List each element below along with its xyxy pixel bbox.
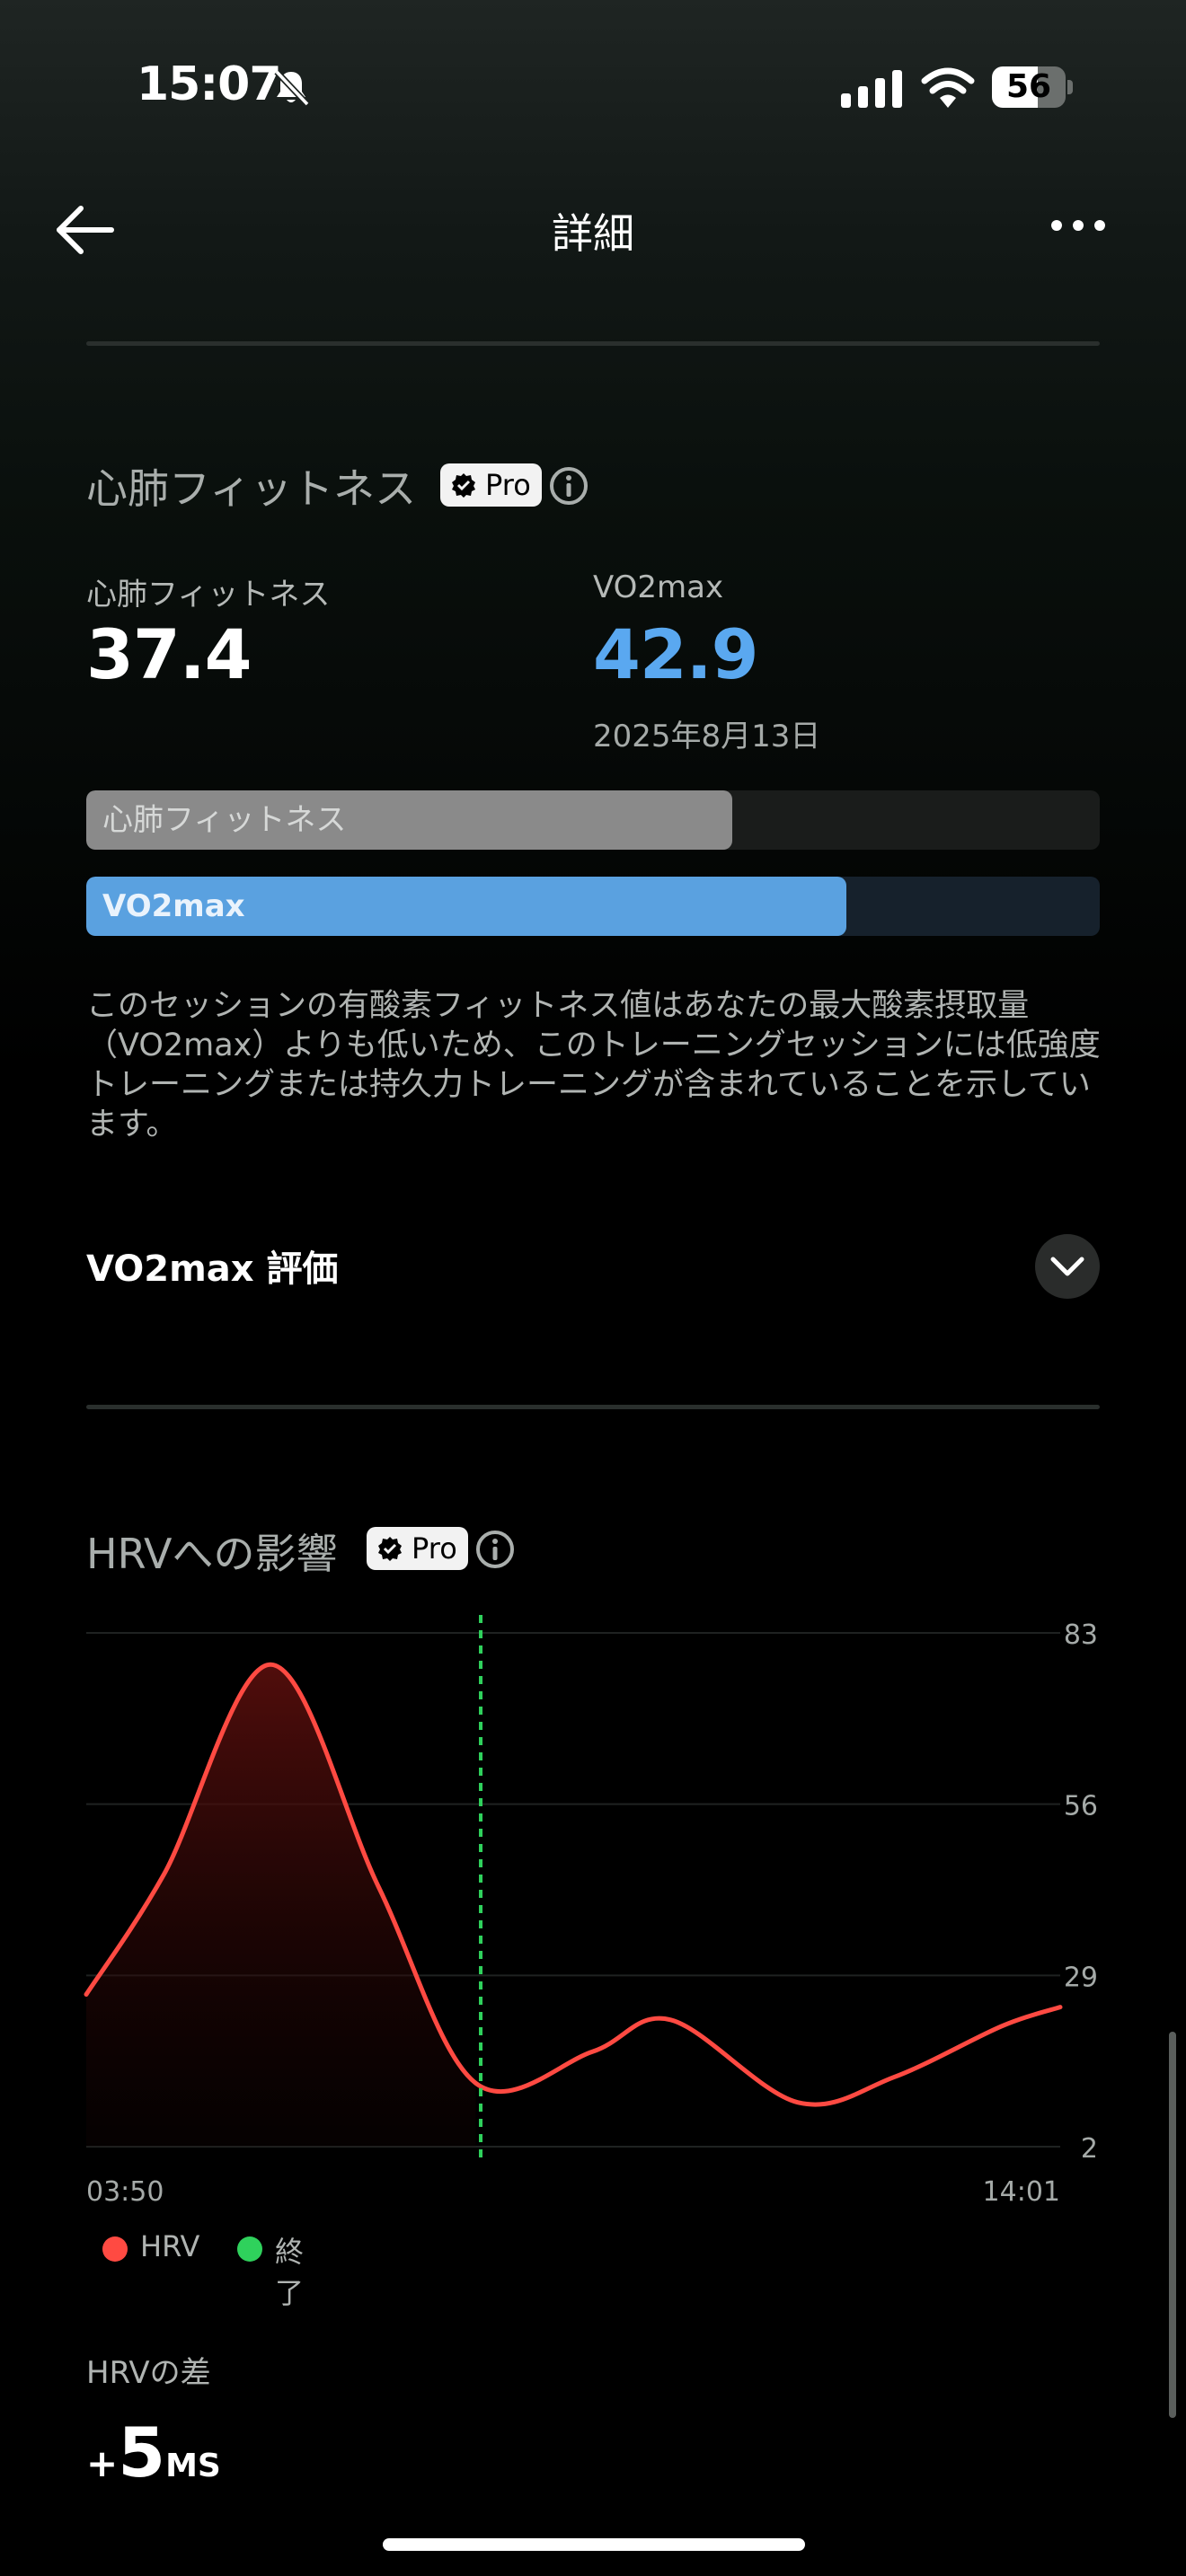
- cardio-section-title: 心肺フィットネス: [86, 464, 417, 513]
- legend-dot: [237, 2236, 262, 2262]
- hrv-chart: 83 56 29 2 03:50 14:01: [84, 1615, 1098, 2208]
- pro-badge-label: Pro: [485, 468, 531, 502]
- status-bar: 15:07 56: [0, 0, 1186, 171]
- fitness-bar: 心肺フィットネス: [86, 790, 1100, 850]
- chevron-down-icon: [1050, 1257, 1084, 1276]
- expand-button[interactable]: [1035, 1234, 1100, 1299]
- fitness-value: 37.4: [86, 614, 252, 694]
- y-tick-label: 83: [1064, 1619, 1098, 1651]
- vo2max-rating-label[interactable]: VO2max 評価: [86, 1239, 339, 1292]
- hrv-diff-sign: +: [86, 2441, 119, 2485]
- verified-badge-icon: [452, 473, 475, 498]
- bell-slash-icon: [274, 69, 310, 107]
- hrv-diff-label: HRVの差: [86, 2355, 211, 2391]
- scroll-indicator[interactable]: [1169, 2032, 1176, 2418]
- legend-label: HRV: [140, 2229, 200, 2263]
- y-tick-label: 56: [1064, 1791, 1098, 1822]
- pro-badge: Pro: [440, 463, 542, 507]
- home-indicator[interactable]: [383, 2538, 805, 2551]
- info-icon[interactable]: [474, 1529, 516, 1570]
- legend-dot: [102, 2236, 128, 2262]
- legend-label: 終了: [275, 2235, 305, 2310]
- section-divider: [86, 341, 1100, 346]
- fitness-description: このセッションの有酸素フィットネス値はあなたの最大酸素摂取量（VO2max）より…: [86, 988, 1101, 1142]
- cellular-signal-icon: [841, 70, 902, 108]
- y-tick-label: 29: [1064, 1962, 1098, 1993]
- more-options-icon[interactable]: [1049, 212, 1107, 239]
- measurement-date: 2025年8月13日: [593, 719, 821, 754]
- wifi-icon: [921, 67, 975, 108]
- battery-level: 56: [1005, 68, 1052, 105]
- hrv-diff-number: 5: [118, 2413, 166, 2492]
- vo2max-value: 42.9: [593, 614, 759, 694]
- status-time: 15:07: [137, 57, 282, 111]
- x-tick-label: 14:01: [983, 2176, 1060, 2208]
- vo2max-bar-label: VO2max: [102, 888, 245, 924]
- fitness-label: 心肺フィットネス: [86, 577, 331, 613]
- pro-badge-label: Pro: [412, 1531, 457, 1566]
- info-icon[interactable]: [548, 465, 589, 507]
- verified-badge-icon: [378, 1537, 402, 1561]
- hrv-diff-value: +5MS: [86, 2413, 221, 2492]
- hrv-section-title: HRVへの影響: [86, 1530, 338, 1578]
- y-tick-label: 2: [1081, 2133, 1098, 2165]
- vo2max-label: VO2max: [593, 569, 724, 605]
- nav-bar: 詳細: [0, 171, 1186, 296]
- section-divider: [86, 1405, 1100, 1409]
- pro-badge: Pro: [367, 1527, 468, 1570]
- page-title: 詳細: [552, 209, 634, 258]
- battery-indicator: 56: [992, 66, 1073, 108]
- battery-tip: [1067, 80, 1073, 94]
- fitness-bar-label: 心肺フィットネス: [102, 802, 347, 838]
- vo2max-bar: VO2max: [86, 877, 1100, 936]
- hrv-diff-unit: MS: [165, 2448, 221, 2484]
- x-tick-label: 03:50: [86, 2176, 164, 2208]
